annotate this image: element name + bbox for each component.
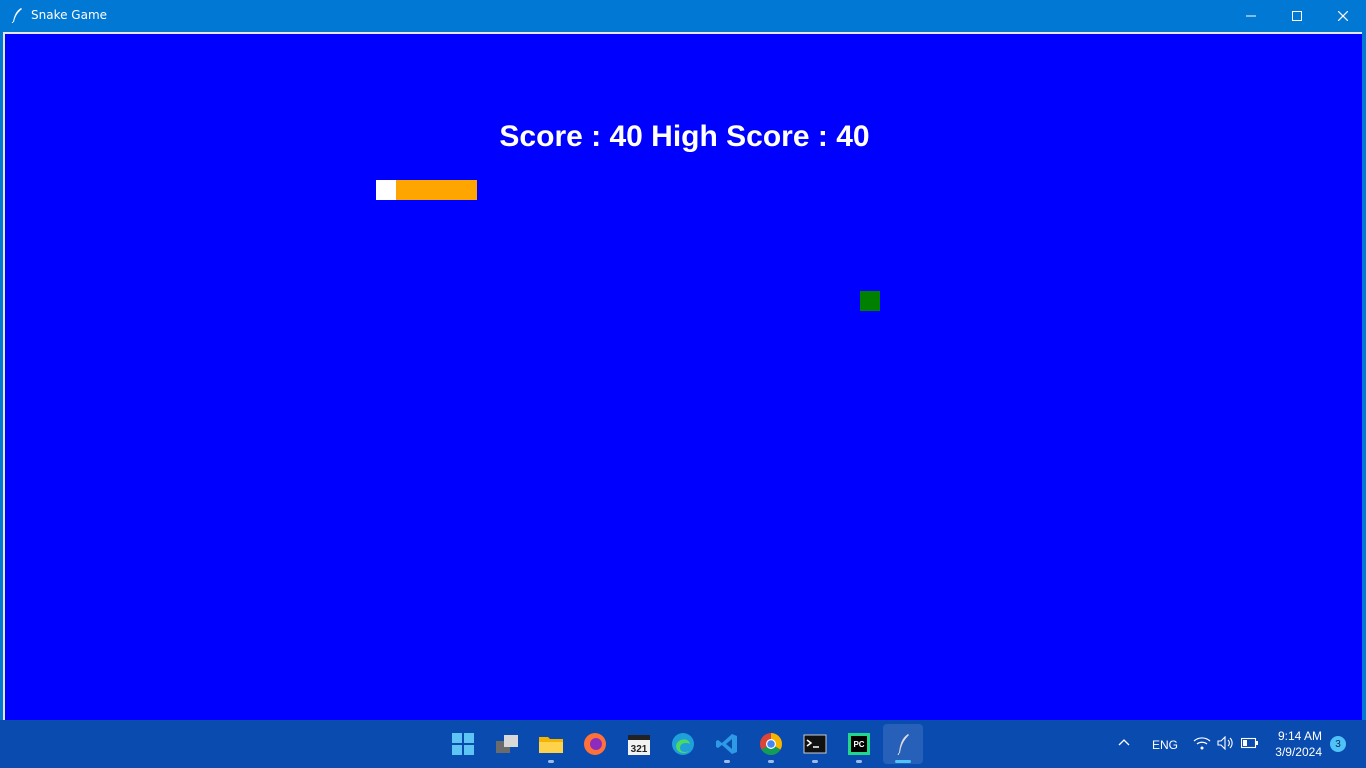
pycharm-icon: PC bbox=[848, 733, 870, 755]
running-indicator bbox=[856, 760, 862, 763]
snake-body-segment bbox=[396, 180, 416, 200]
volume-icon[interactable] bbox=[1217, 735, 1235, 753]
feather-icon bbox=[897, 734, 909, 755]
close-icon bbox=[1338, 10, 1348, 21]
task-view-button[interactable] bbox=[487, 724, 527, 764]
edge-icon bbox=[672, 733, 694, 755]
file-explorer-icon bbox=[539, 737, 563, 753]
snake-head bbox=[376, 180, 396, 200]
svg-text:321: 321 bbox=[631, 744, 648, 755]
chrome-icon bbox=[760, 733, 782, 755]
app-window: Snake Game Score : 40 High Score : 40 bbox=[0, 0, 1366, 720]
snake-body-segment bbox=[436, 180, 456, 200]
svg-text:PC: PC bbox=[853, 740, 864, 749]
file-explorer-button[interactable] bbox=[531, 724, 571, 764]
snake-body-segment bbox=[416, 180, 436, 200]
active-indicator bbox=[895, 760, 911, 763]
vscode-button[interactable] bbox=[707, 724, 747, 764]
food-block bbox=[860, 291, 880, 311]
minimize-icon bbox=[1246, 15, 1256, 16]
chrome-button[interactable] bbox=[751, 724, 791, 764]
game-canvas[interactable]: Score : 40 High Score : 40 bbox=[3, 32, 1362, 720]
terminal-icon bbox=[803, 734, 827, 754]
clock-date: 3/9/2024 bbox=[1275, 745, 1322, 759]
running-indicator bbox=[724, 760, 730, 763]
firefox-button[interactable] bbox=[575, 724, 615, 764]
minimize-button[interactable] bbox=[1228, 0, 1274, 31]
clock[interactable]: 9:14 AM 3/9/2024 bbox=[1274, 729, 1322, 759]
firefox-icon bbox=[584, 733, 606, 755]
calendar-321-icon: 321 bbox=[628, 735, 650, 755]
window-title: Snake Game bbox=[31, 8, 108, 22]
running-indicator bbox=[768, 760, 774, 763]
media-player-button[interactable]: 321 bbox=[619, 724, 659, 764]
wifi-icon[interactable] bbox=[1193, 736, 1211, 753]
score-label: Score : 40 High Score : 40 bbox=[499, 120, 870, 153]
running-indicator bbox=[812, 760, 818, 763]
battery-icon[interactable] bbox=[1240, 737, 1259, 752]
close-button[interactable] bbox=[1320, 0, 1366, 31]
maximize-icon bbox=[1292, 10, 1302, 21]
feather-icon bbox=[11, 8, 22, 23]
pycharm-button[interactable]: PC bbox=[839, 724, 879, 764]
task-view-icon bbox=[496, 735, 518, 753]
show-hidden-icons-button[interactable] bbox=[1117, 736, 1131, 750]
start-button[interactable] bbox=[443, 724, 483, 764]
running-indicator bbox=[548, 760, 554, 763]
notification-badge[interactable]: 3 bbox=[1330, 736, 1346, 752]
title-bar[interactable]: Snake Game bbox=[0, 0, 1366, 31]
snake-game-taskbar-button[interactable] bbox=[883, 724, 923, 764]
vscode-icon bbox=[716, 734, 737, 754]
chevron-up-icon bbox=[1118, 739, 1130, 746]
snake-body-segment bbox=[456, 180, 477, 200]
edge-button[interactable] bbox=[663, 724, 703, 764]
terminal-button[interactable] bbox=[795, 724, 835, 764]
clock-time: 9:14 AM bbox=[1277, 729, 1322, 743]
language-indicator[interactable]: ENG bbox=[1152, 738, 1178, 752]
start-icon bbox=[452, 733, 474, 755]
maximize-button[interactable] bbox=[1274, 0, 1320, 31]
